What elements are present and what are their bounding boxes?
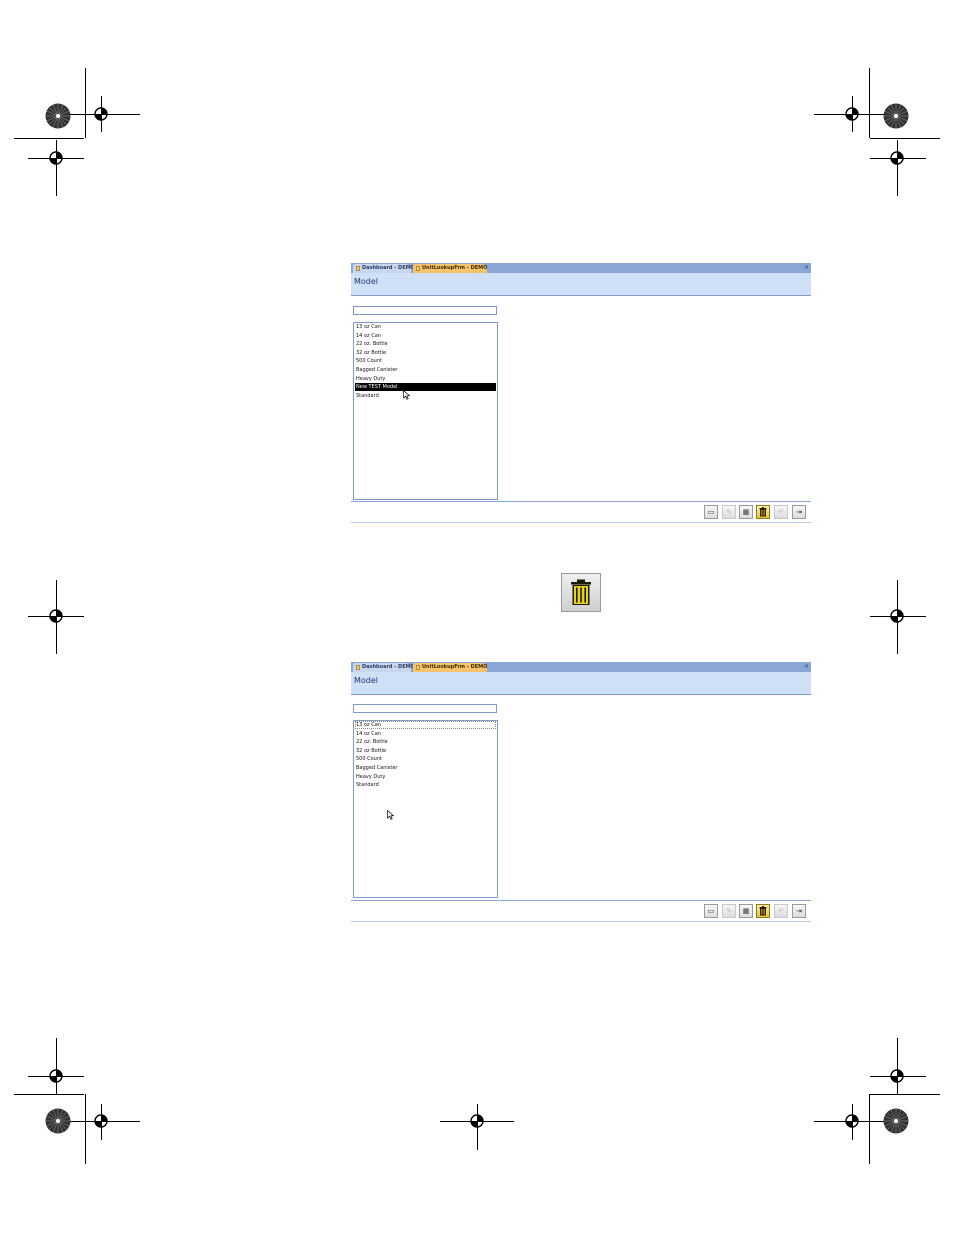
list-item[interactable]: 22 oz. Bottle [355, 340, 496, 348]
list-item-focused[interactable]: 13 oz Can [355, 721, 496, 729]
crop-line [869, 68, 870, 138]
undo-icon[interactable]: ↶ [774, 505, 788, 519]
starburst-mark-icon [883, 1108, 909, 1134]
list-item[interactable]: 22 oz. Bottle [355, 738, 496, 746]
form-title: Model [354, 676, 379, 685]
starburst-mark-icon [45, 1108, 71, 1134]
close-icon[interactable]: × [804, 263, 809, 273]
registration-target-icon [94, 107, 108, 121]
document-tab-bar: Dashboard - DEMO UnitLookupFrm - DEMO × [351, 263, 811, 273]
form-header: Model [351, 672, 811, 695]
footer-divider [351, 921, 811, 922]
save-record-icon[interactable]: ▦ [739, 505, 753, 519]
tab-dashboard[interactable]: Dashboard - DEMO [353, 663, 415, 672]
starburst-mark-icon [883, 103, 909, 129]
list-item[interactable]: Heavy Duty [355, 375, 496, 383]
form-header: Model [351, 273, 811, 296]
form-title: Model [354, 277, 379, 286]
list-item[interactable]: 32 oz Bottle [355, 349, 496, 357]
save-record-icon[interactable]: ▦ [739, 904, 753, 918]
registration-target-icon [890, 151, 904, 165]
list-item-selected[interactable]: New TEST Model [355, 383, 496, 392]
new-record-icon[interactable]: ▭ [704, 505, 718, 519]
trash-can-icon [571, 579, 591, 605]
registration-target-icon [49, 1069, 63, 1083]
form-window-before-delete: Dashboard - DEMO UnitLookupFrm - DEMO × … [351, 263, 811, 523]
registration-target-icon [94, 1114, 108, 1128]
tab-label: UnitLookupFrm - DEMO [422, 664, 488, 670]
list-item[interactable]: 500 Count [355, 755, 496, 763]
form-window-after-delete: Dashboard - DEMO UnitLookupFrm - DEMO × … [351, 662, 811, 922]
tab-unit-lookup[interactable]: UnitLookupFrm - DEMO [413, 264, 487, 273]
delete-record-button-callout [561, 573, 601, 612]
close-icon[interactable]: × [804, 662, 809, 672]
list-item[interactable]: Standard [355, 781, 496, 789]
model-listbox[interactable]: 13 oz Can 14 oz Can 22 oz. Bottle 32 oz … [353, 322, 498, 500]
tab-label: Dashboard - DEMO [362, 664, 415, 670]
registration-target-icon [890, 609, 904, 623]
registration-target-icon [470, 1114, 484, 1128]
delete-record-icon[interactable] [756, 505, 770, 519]
crop-line [14, 138, 84, 139]
crop-line [870, 138, 940, 139]
close-form-icon[interactable]: ⇥ [792, 904, 806, 918]
delete-record-icon[interactable] [756, 904, 770, 918]
tab-label: Dashboard - DEMO [362, 265, 415, 271]
registration-target-icon [49, 151, 63, 165]
list-item[interactable]: Bagged Canister [355, 366, 496, 374]
tab-dashboard[interactable]: Dashboard - DEMO [353, 264, 415, 273]
search-input[interactable] [353, 704, 497, 713]
mouse-pointer-icon [403, 390, 411, 400]
edit-record-icon[interactable]: ✎ [722, 904, 736, 918]
form-doc-icon [356, 665, 360, 670]
registration-target-icon [890, 1069, 904, 1083]
list-item[interactable]: 13 oz Can [355, 323, 496, 331]
list-item[interactable]: Bagged Canister [355, 764, 496, 772]
list-item[interactable]: 14 oz Can [355, 730, 496, 738]
footer-divider [351, 900, 811, 901]
tab-label: UnitLookupFrm - DEMO [422, 265, 488, 271]
edit-record-icon[interactable]: ✎ [722, 505, 736, 519]
registration-target-icon [845, 1114, 859, 1128]
crop-line [14, 1094, 84, 1095]
starburst-mark-icon [45, 103, 71, 129]
footer-divider [351, 522, 811, 523]
new-record-icon[interactable]: ▭ [704, 904, 718, 918]
registration-target-icon [49, 609, 63, 623]
list-item[interactable]: Heavy Duty [355, 773, 496, 781]
mouse-pointer-icon [387, 810, 395, 820]
model-listbox[interactable]: 13 oz Can 14 oz Can 22 oz. Bottle 32 oz … [353, 720, 498, 898]
crop-line [85, 1094, 86, 1164]
form-doc-icon [416, 266, 420, 271]
crop-line [85, 68, 86, 138]
list-item[interactable]: 32 oz Bottle [355, 747, 496, 755]
list-item[interactable]: 500 Count [355, 357, 496, 365]
search-input[interactable] [353, 306, 497, 315]
form-doc-icon [356, 266, 360, 271]
close-form-icon[interactable]: ⇥ [792, 505, 806, 519]
crop-line [870, 1094, 940, 1095]
undo-icon[interactable]: ↶ [774, 904, 788, 918]
list-item[interactable]: Standard [355, 392, 496, 400]
registration-target-icon [845, 107, 859, 121]
footer-divider [351, 501, 811, 502]
list-item[interactable]: 14 oz Can [355, 332, 496, 340]
document-tab-bar: Dashboard - DEMO UnitLookupFrm - DEMO × [351, 662, 811, 672]
crop-line [869, 1094, 870, 1164]
tab-unit-lookup[interactable]: UnitLookupFrm - DEMO [413, 663, 487, 672]
form-doc-icon [416, 665, 420, 670]
